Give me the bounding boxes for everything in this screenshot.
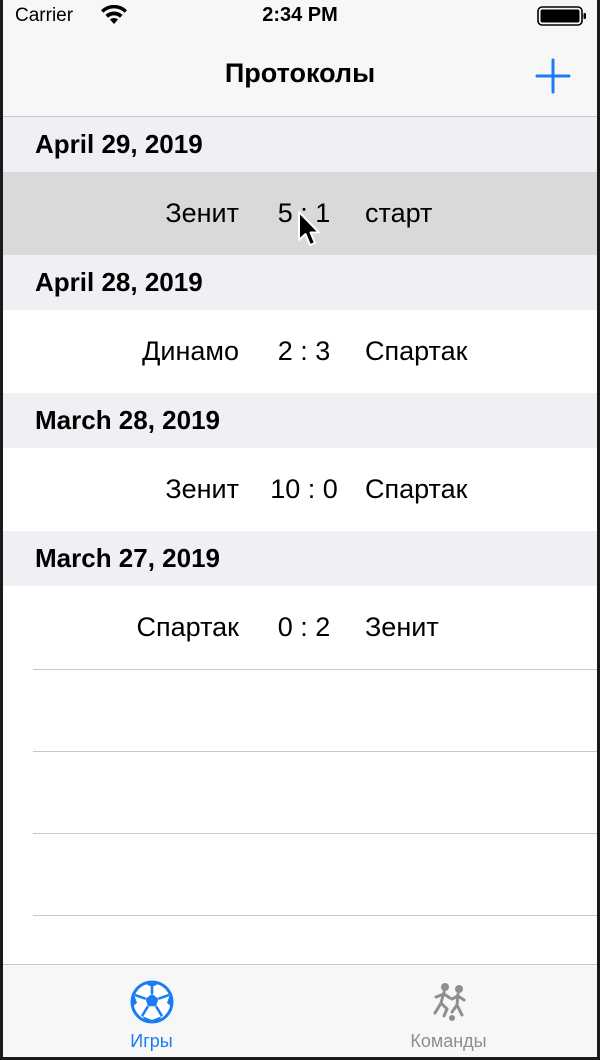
section-header: March 28, 2019	[3, 393, 597, 448]
soccer-ball-icon	[130, 980, 173, 1024]
status-time: 2:34 PM	[262, 4, 338, 26]
away-team: Зенит	[365, 612, 439, 642]
home-team: Зенит	[165, 474, 239, 504]
add-game-button[interactable]	[535, 58, 571, 94]
game-score: 10 : 0	[270, 474, 338, 504]
plus-icon	[535, 58, 571, 94]
game-score: 0 : 2	[277, 612, 331, 642]
game-row[interactable]: Динамо 2 : 3 Спартак	[3, 310, 597, 393]
tab-teams-label: Команды	[410, 1031, 487, 1051]
section-header: March 27, 2019	[3, 531, 597, 586]
game-row[interactable]: Зенит 10 : 0 Спартак	[3, 448, 597, 531]
mouse-cursor-icon	[298, 211, 320, 246]
section-header: April 29, 2019	[3, 117, 597, 172]
empty-row	[33, 833, 597, 915]
empty-row	[33, 669, 597, 751]
tab-games[interactable]: Игры	[3, 965, 300, 1057]
section-header: April 28, 2019	[3, 255, 597, 310]
page-title: Протоколы	[224, 58, 376, 88]
home-team: Динамо	[142, 336, 239, 366]
away-team: старт	[365, 198, 433, 228]
status-bar: Carrier 2:34 PM	[3, 0, 597, 34]
battery-icon	[537, 6, 586, 26]
tab-games-label: Игры	[130, 1031, 173, 1051]
navigation-bar: Протоколы	[3, 34, 597, 117]
players-icon	[433, 983, 465, 1021]
game-score: 2 : 3	[277, 336, 331, 366]
away-team: Спартак	[365, 474, 468, 504]
away-team: Спартак	[365, 336, 468, 366]
home-team: Спартак	[136, 612, 239, 642]
game-row[interactable]: Спартак 0 : 2 Зенит	[3, 586, 597, 669]
empty-row	[33, 751, 597, 833]
tab-teams[interactable]: Команды	[300, 965, 597, 1057]
home-team: Зенит	[165, 198, 239, 228]
tab-bar: Игры Команды	[3, 964, 597, 1057]
app-screen: Carrier 2:34 PM Протоколы April 29, 2019…	[0, 0, 600, 1060]
